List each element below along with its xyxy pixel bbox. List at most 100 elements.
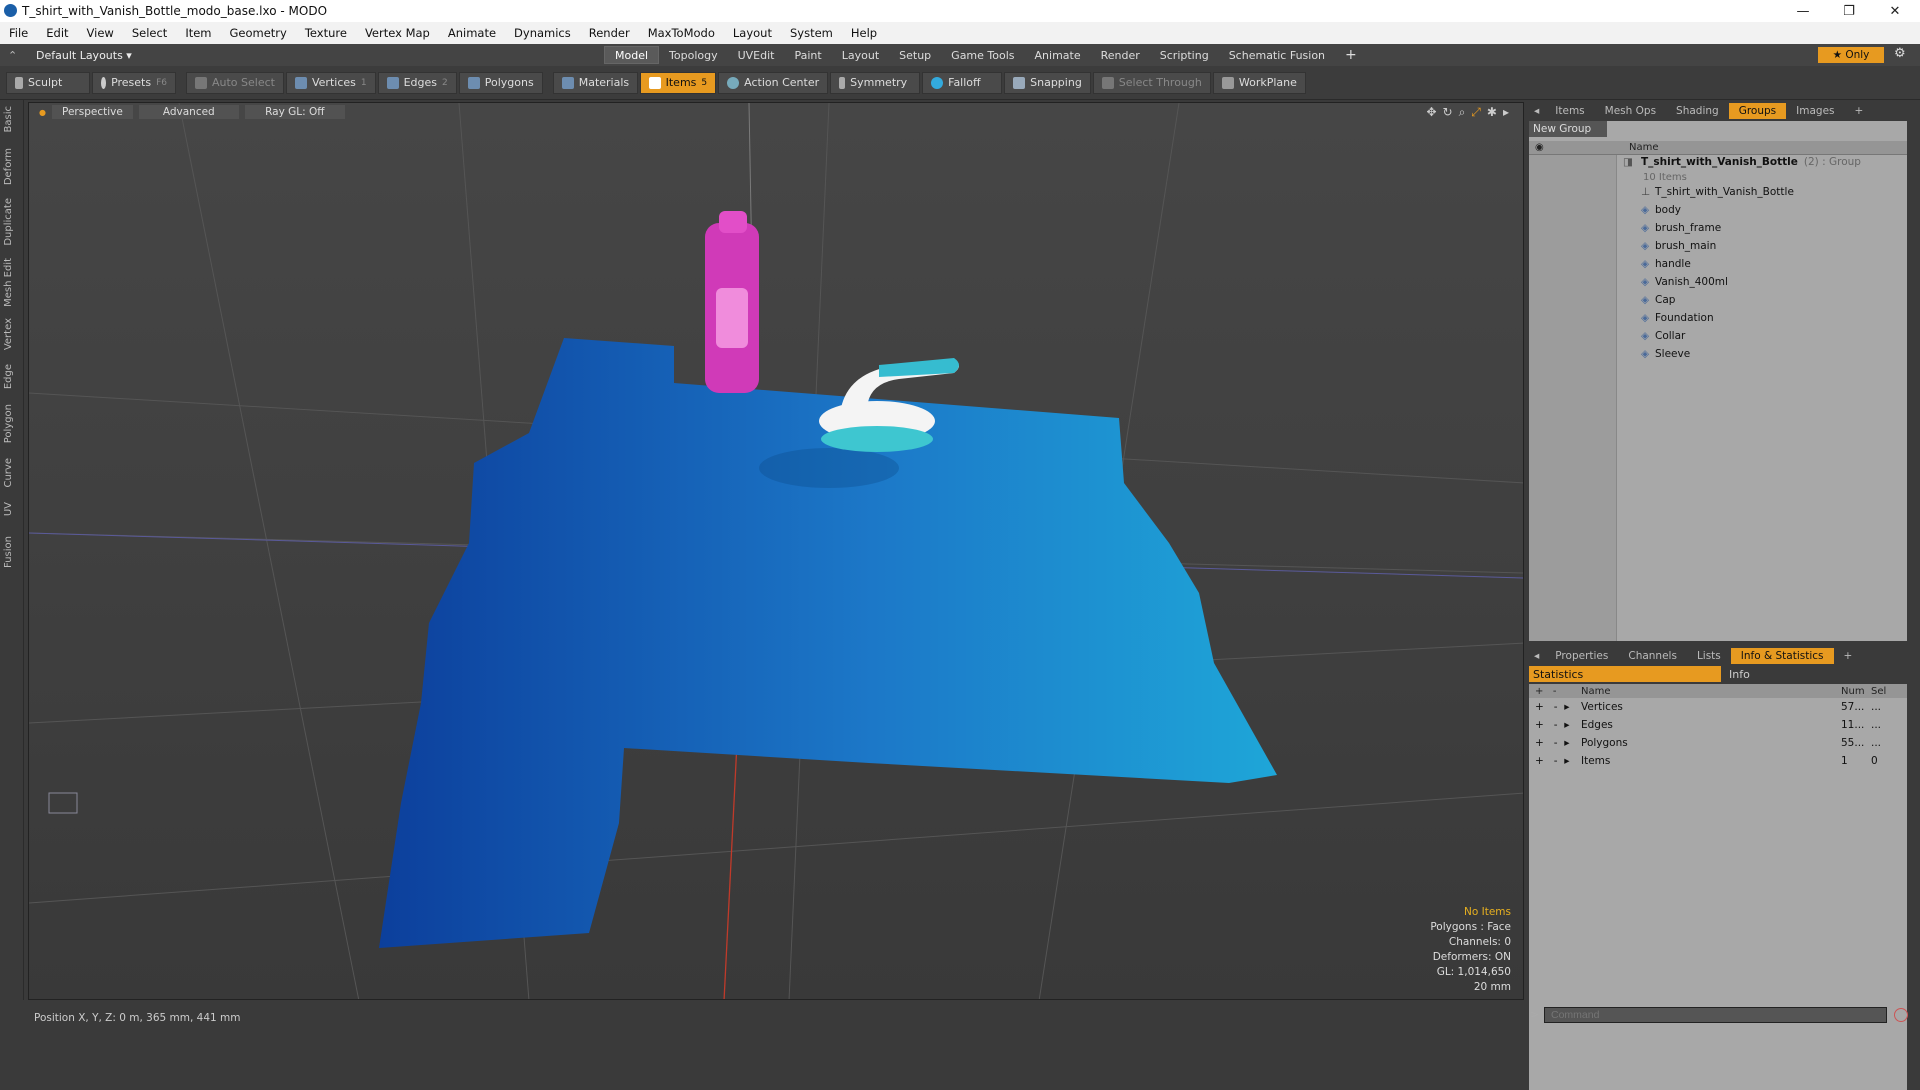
table-row[interactable]: + - ▸ Items 1 0 <box>1529 752 1907 770</box>
list-item[interactable]: ◈ brush_frame <box>1623 219 1907 237</box>
table-row[interactable]: + - ▸ Vertices 57...... <box>1529 698 1907 716</box>
list-item[interactable]: ◈ body <box>1623 201 1907 219</box>
tab-uvedit[interactable]: UVEdit <box>728 46 785 64</box>
tab-info-statistics[interactable]: Info & Statistics <box>1730 648 1834 664</box>
command-input[interactable] <box>1544 1007 1887 1023</box>
menu-maxtomodo[interactable]: MaxToModo <box>639 26 724 40</box>
sidebar-tab-edge[interactable]: Edge <box>3 364 14 389</box>
fit-icon[interactable]: ⤢ <box>1471 105 1481 120</box>
add-panel-tab-icon[interactable]: + <box>1845 105 1874 117</box>
table-row[interactable]: + - ▸ Edges 11...... <box>1529 716 1907 734</box>
viewport-settings-icon[interactable]: ✱ <box>1487 105 1497 120</box>
sidebar-tab-duplicate[interactable]: Duplicate <box>3 198 14 246</box>
zoom-icon[interactable]: ⌕ <box>1459 105 1466 120</box>
menu-animate[interactable]: Animate <box>439 26 505 40</box>
viewport-menu-icon[interactable]: ● <box>39 108 46 117</box>
sidebar-tab-deform[interactable]: Deform <box>3 148 14 185</box>
pan-icon[interactable]: ✥ <box>1426 105 1436 120</box>
items-button[interactable]: Items 5 <box>640 71 717 94</box>
action-center-button[interactable]: Action Center <box>718 71 829 94</box>
record-icon[interactable] <box>1894 1008 1908 1022</box>
tab-paint[interactable]: Paint <box>785 46 832 64</box>
auto-select-button[interactable]: Auto Select <box>186 71 284 94</box>
list-item[interactable]: ◈ brush_main <box>1623 237 1907 255</box>
tab-animate[interactable]: Animate <box>1025 46 1091 64</box>
tab-render[interactable]: Render <box>1091 46 1150 64</box>
snapping-button[interactable]: Snapping <box>1004 71 1091 94</box>
menu-layout[interactable]: Layout <box>724 26 781 40</box>
tab-layout[interactable]: Layout <box>832 46 889 64</box>
menu-file[interactable]: File <box>0 26 37 40</box>
menu-item[interactable]: Item <box>176 26 220 40</box>
falloff-button[interactable]: Falloff <box>922 71 1003 94</box>
minimize-button[interactable]: — <box>1780 0 1826 22</box>
polygons-button[interactable]: Polygons <box>458 71 543 94</box>
list-item[interactable]: ◈ Collar <box>1623 327 1907 345</box>
tab-mesh-ops[interactable]: Mesh Ops <box>1595 105 1666 117</box>
presets-button[interactable]: Presets F6 <box>92 71 176 94</box>
advanced-dropdown[interactable]: Advanced <box>138 105 239 119</box>
maximize-button[interactable]: ❐ <box>1826 0 1872 22</box>
list-item[interactable]: ◈ Cap <box>1623 291 1907 309</box>
select-through-button[interactable]: Select Through <box>1092 71 1211 94</box>
tab-shading[interactable]: Shading <box>1666 105 1729 117</box>
sidebar-tab-curve[interactable]: Curve <box>3 458 14 488</box>
materials-button[interactable]: Materials <box>552 71 639 94</box>
symmetry-button[interactable]: Symmetry <box>830 71 921 94</box>
sidebar-tab-polygon[interactable]: Polygon <box>3 404 14 443</box>
expand-all-icon[interactable]: + - <box>1529 686 1581 697</box>
sidebar-tab-basic[interactable]: Basic <box>3 106 14 132</box>
tab-game-tools[interactable]: Game Tools <box>941 46 1024 64</box>
menu-render[interactable]: Render <box>580 26 639 40</box>
list-item[interactable]: ◈ Foundation <box>1623 309 1907 327</box>
group-row[interactable]: ◨ T_shirt_with_Vanish_Bottle (2) : Group <box>1623 153 1907 171</box>
add-panel-tab-icon[interactable]: + <box>1834 650 1863 662</box>
menu-system[interactable]: System <box>781 26 842 40</box>
sidebar-tab-uv[interactable]: UV <box>3 502 14 516</box>
add-tab-button[interactable]: + <box>1335 46 1367 64</box>
tab-items[interactable]: Items <box>1545 105 1594 117</box>
menu-texture[interactable]: Texture <box>296 26 356 40</box>
rotate-icon[interactable]: ↻ <box>1443 105 1453 120</box>
menu-select[interactable]: Select <box>123 26 176 40</box>
vertices-button[interactable]: Vertices 1 <box>285 71 376 94</box>
menu-vertex-map[interactable]: Vertex Map <box>356 26 439 40</box>
menu-dynamics[interactable]: Dynamics <box>505 26 580 40</box>
layout-collapse-icon[interactable]: ⌃ <box>8 49 22 62</box>
sculpt-button[interactable]: Sculpt <box>6 71 90 94</box>
panel-menu-icon[interactable]: ◂ <box>1528 650 1545 662</box>
3d-viewport[interactable]: ● Perspective Advanced Ray GL: Off ✥ ↻ ⌕… <box>28 102 1524 1000</box>
tab-model[interactable]: Model <box>604 46 660 64</box>
tab-properties[interactable]: Properties <box>1545 650 1618 662</box>
tab-schematic-fusion[interactable]: Schematic Fusion <box>1219 46 1335 64</box>
menu-edit[interactable]: Edit <box>37 26 77 40</box>
close-button[interactable]: ✕ <box>1872 0 1918 22</box>
expand-arrow-icon[interactable]: ▸ <box>1503 105 1509 120</box>
default-layouts-dropdown[interactable]: Default Layouts ▾ <box>36 49 496 62</box>
tab-channels[interactable]: Channels <box>1618 650 1687 662</box>
menu-view[interactable]: View <box>78 26 123 40</box>
edges-button[interactable]: Edges 2 <box>377 71 457 94</box>
tab-info[interactable]: Info <box>1721 666 1750 682</box>
list-item[interactable]: ⊥ T_shirt_with_Vanish_Bottle <box>1623 183 1907 201</box>
tab-images[interactable]: Images <box>1786 105 1844 117</box>
perspective-dropdown[interactable]: Perspective <box>51 105 133 119</box>
sidebar-tab-mesh-edit[interactable]: Mesh Edit <box>3 258 14 307</box>
tab-scripting[interactable]: Scripting <box>1150 46 1219 64</box>
menu-help[interactable]: Help <box>842 26 886 40</box>
menu-geometry[interactable]: Geometry <box>221 26 296 40</box>
sidebar-tab-fusion[interactable]: Fusion <box>3 536 14 568</box>
list-item[interactable]: ◈ handle <box>1623 255 1907 273</box>
list-item[interactable]: ◈ Vanish_400ml <box>1623 273 1907 291</box>
new-group-button[interactable]: New Group <box>1529 121 1607 137</box>
raygl-toggle[interactable]: Ray GL: Off <box>244 105 345 119</box>
tab-setup[interactable]: Setup <box>889 46 941 64</box>
tab-statistics[interactable]: Statistics <box>1529 666 1721 682</box>
gear-icon[interactable]: ⚙ <box>1894 46 1906 61</box>
panel-menu-icon[interactable]: ◂ <box>1528 105 1545 117</box>
tab-topology[interactable]: Topology <box>659 46 728 64</box>
table-row[interactable]: + - ▸ Polygons 55...... <box>1529 734 1907 752</box>
list-item[interactable]: ◈ Sleeve <box>1623 345 1907 363</box>
sidebar-tab-vertex[interactable]: Vertex <box>3 318 14 350</box>
tab-groups[interactable]: Groups <box>1728 103 1787 119</box>
